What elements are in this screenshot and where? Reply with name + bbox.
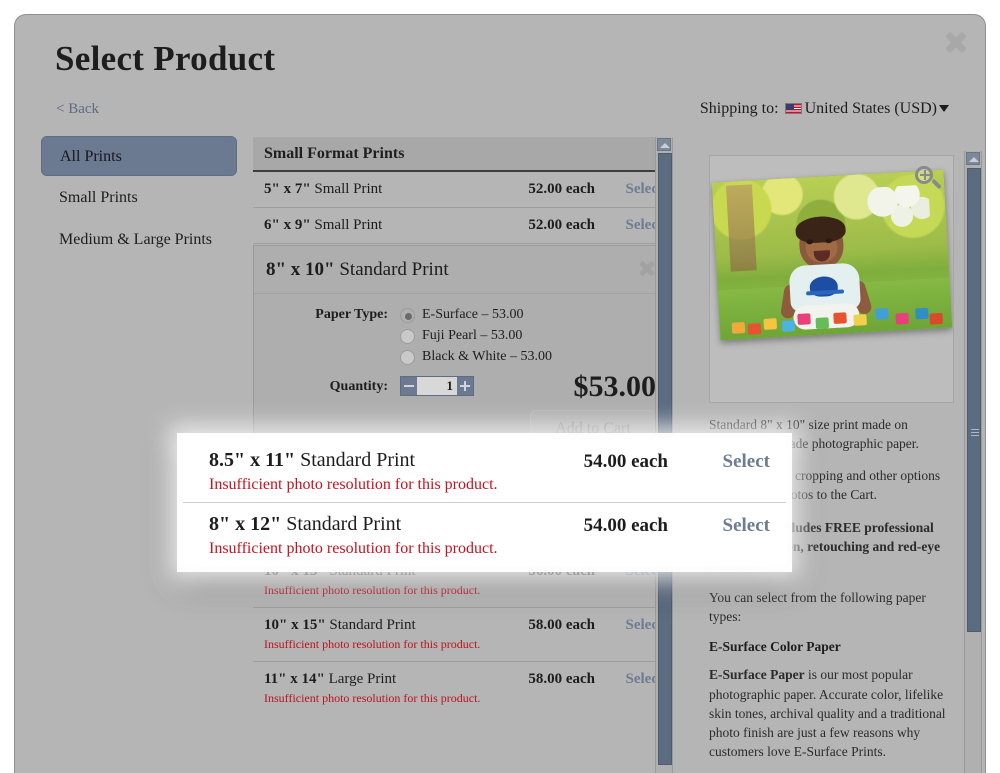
- product-name: 5" x 7" Small Print: [264, 181, 659, 198]
- product-price: 52.00 each: [528, 217, 595, 233]
- quantity-decrement-button[interactable]: [401, 377, 417, 395]
- scroll-up-arrow-icon[interactable]: [966, 152, 980, 165]
- close-icon[interactable]: [941, 27, 971, 57]
- product-kind: Small Print: [310, 181, 383, 197]
- table-row[interactable]: 10" x 15" Standard Print 58.00 each Sele…: [253, 608, 671, 662]
- product-size: 8.5" x 11": [209, 449, 296, 471]
- paper-type-heading: E-Surface Color Paper: [709, 639, 841, 655]
- magnified-rows-overlay: 8.5" x 11" Standard Print 54.00 each Sel…: [183, 439, 786, 566]
- product-price: 52.00 each: [528, 181, 595, 197]
- quantity-stepper[interactable]: [400, 376, 474, 396]
- quantity-input[interactable]: [417, 377, 457, 395]
- product-price: 54.00 each: [583, 451, 668, 472]
- select-button[interactable]: Select: [723, 451, 770, 473]
- paper-type-body-lead: E-Surface Paper: [709, 667, 805, 683]
- select-button[interactable]: Select: [723, 515, 770, 537]
- expanded-product-card: 8" x 10" Standard Print Paper Type: E-Su…: [253, 245, 671, 465]
- resolution-warning: Insufficient photo resolution for this p…: [264, 583, 481, 597]
- radio-icon[interactable]: [400, 328, 415, 344]
- product-kind: Standard Print: [295, 449, 416, 471]
- total-price: $53.00: [573, 370, 657, 403]
- product-price: 58.00 each: [528, 617, 595, 633]
- expanded-product-kind: Standard Print: [334, 259, 449, 280]
- shipping-country-selector[interactable]: Shipping to: United States (USD): [700, 100, 949, 118]
- paper-type-label: Paper Type:: [315, 307, 388, 322]
- product-price: 54.00 each: [583, 515, 668, 536]
- sidebar-item-medium-large-prints[interactable]: Medium & Large Prints: [41, 220, 237, 260]
- paper-type-body: E-Surface Paper is our most popular phot…: [709, 665, 961, 761]
- magnify-icon[interactable]: [915, 166, 942, 192]
- table-row[interactable]: 6" x 9" Small Print 52.00 each Select: [253, 208, 671, 244]
- radio-icon[interactable]: [400, 307, 415, 323]
- quantity-label: Quantity:: [329, 379, 388, 394]
- table-row[interactable]: 8" x 12" Standard Print 54.00 each Selec…: [183, 502, 786, 565]
- screen: Select Product < Back Shipping to: Unite…: [0, 0, 1000, 773]
- expanded-product-size: 8" x 10": [266, 259, 335, 280]
- product-kind: Standard Print: [325, 617, 416, 633]
- table-row[interactable]: 8.5" x 11" Standard Print 54.00 each Sel…: [183, 439, 786, 502]
- product-kind: Large Print: [324, 671, 397, 687]
- shipping-label: Shipping to:: [699, 100, 779, 117]
- expanded-product-title: 8" x 10" Standard Print: [254, 246, 670, 294]
- product-size: 6" x 9": [264, 217, 311, 233]
- paper-option-black-white[interactable]: Black & White – 53.00: [400, 349, 670, 365]
- page-title: Select Product: [55, 39, 276, 78]
- paper-type-group: Paper Type: E-Surface – 53.00 Fuji Pearl…: [254, 294, 670, 365]
- us-flag-icon: [784, 103, 802, 114]
- product-size: 11" x 14": [264, 671, 325, 687]
- shipping-country: United States (USD): [804, 100, 937, 117]
- resolution-warning: Insufficient photo resolution for this p…: [264, 691, 481, 705]
- product-size: 5" x 7": [264, 181, 311, 197]
- radio-icon[interactable]: [400, 349, 415, 365]
- info-scrollbar[interactable]: [964, 151, 982, 773]
- paper-option-e-surface[interactable]: E-Surface – 53.00: [400, 307, 670, 323]
- paper-option-label: E-Surface – 53.00: [422, 307, 524, 322]
- scroll-up-arrow-icon[interactable]: [657, 138, 671, 151]
- product-kind: Small Print: [310, 217, 383, 233]
- select-product-modal: Select Product < Back Shipping to: Unite…: [14, 14, 986, 773]
- category-sidebar: All Prints Small Prints Medium & Large P…: [41, 136, 237, 262]
- product-name: 6" x 9" Small Print: [264, 217, 659, 234]
- description-paragraph: You can select from the following paper …: [709, 590, 926, 625]
- table-row[interactable]: 5" x 7" Small Print 52.00 each Select: [253, 172, 671, 208]
- scrollbar-thumb[interactable]: [967, 168, 981, 632]
- product-name: 8" x 12" Standard Print: [209, 513, 786, 536]
- resolution-warning: Insufficient photo resolution for this p…: [209, 540, 498, 557]
- photo-tree: [725, 184, 757, 272]
- chevron-down-icon: [939, 105, 949, 112]
- photo-print: [711, 169, 953, 341]
- paper-option-label: Fuji Pearl – 53.00: [422, 328, 523, 343]
- sidebar-item-all-prints[interactable]: All Prints: [41, 136, 237, 176]
- quantity-row: Quantity: $53.00: [254, 370, 670, 403]
- product-price: 58.00 each: [528, 671, 595, 687]
- product-name: 8.5" x 11" Standard Print: [209, 449, 786, 472]
- group-header-small-format: Small Format Prints: [253, 137, 671, 172]
- product-preview-photo[interactable]: [709, 155, 954, 403]
- photo-flowers: [866, 184, 931, 236]
- product-size: 8" x 12": [209, 513, 282, 535]
- product-name: 10" x 15" Standard Print: [264, 617, 659, 634]
- paper-option-fuji-pearl[interactable]: Fuji Pearl – 53.00: [400, 328, 670, 344]
- product-kind: Standard Print: [281, 513, 402, 535]
- resolution-warning: Insufficient photo resolution for this p…: [264, 637, 481, 651]
- resolution-warning: Insufficient photo resolution for this p…: [209, 476, 498, 493]
- back-link[interactable]: < Back: [56, 101, 99, 118]
- paper-option-label: Black & White – 53.00: [422, 349, 552, 364]
- quantity-increment-button[interactable]: [457, 377, 473, 395]
- sidebar-item-small-prints[interactable]: Small Prints: [41, 178, 237, 218]
- table-row[interactable]: 11" x 14" Large Print 58.00 each Select …: [253, 662, 671, 715]
- product-name: 11" x 14" Large Print: [264, 671, 659, 688]
- product-size: 10" x 15": [264, 617, 326, 633]
